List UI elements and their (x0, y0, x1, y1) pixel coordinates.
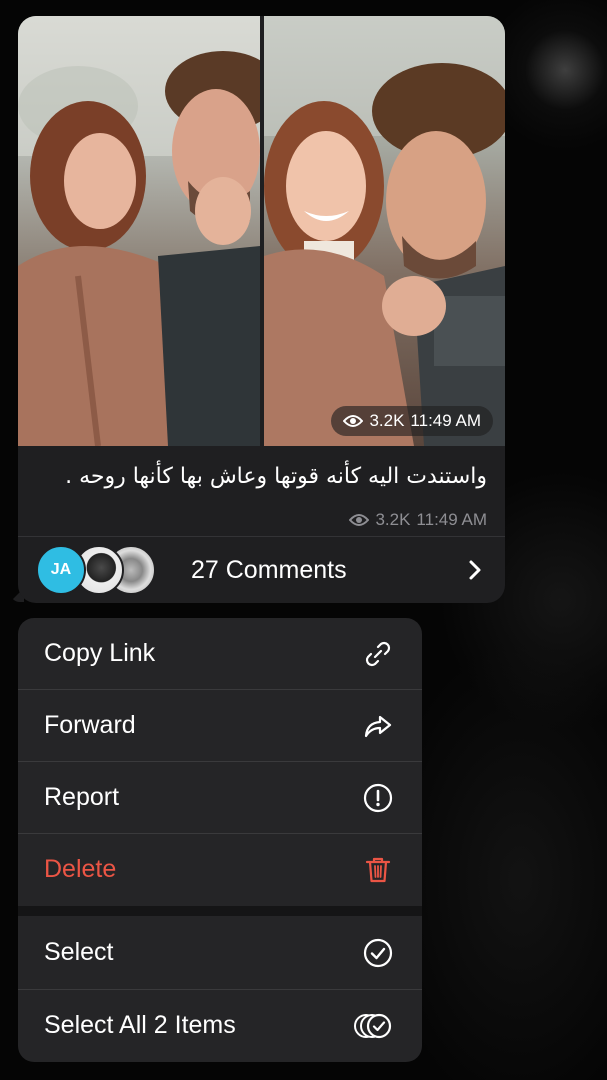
check-circle-icon (363, 938, 393, 967)
message-caption: واستندت اليه كأنه قوتها وعاش بها كأنها ر… (65, 464, 487, 489)
menu-item-report[interactable]: Report (18, 762, 422, 833)
menu-item-select[interactable]: Select (18, 917, 422, 988)
caption-views: 3.2K (375, 510, 411, 529)
photo-1[interactable] (18, 16, 260, 446)
menu-item-forward[interactable]: Forward (18, 690, 422, 761)
avatar: JA (36, 545, 86, 595)
menu-item-label: Select (44, 938, 114, 966)
menu-item-copy-link[interactable]: Copy Link (18, 618, 422, 689)
photo-2[interactable] (264, 16, 505, 446)
menu-item-label: Report (44, 783, 120, 811)
comments-label: 27 Comments (191, 555, 347, 584)
comments-button[interactable]: JA 27 Comments (18, 537, 505, 603)
photo-views: 3.2K (369, 411, 405, 430)
photo-time: 11:49 AM (410, 411, 481, 430)
menu-item-label: Delete (44, 855, 117, 883)
multi-check-circle-icon (354, 1013, 392, 1038)
context-menu: Copy Link Forward Report Delete Select S… (18, 618, 422, 1062)
chevron-right-icon (469, 560, 481, 580)
photo-meta-badge: 3.2K 11:49 AM (331, 406, 493, 436)
eye-icon (349, 514, 370, 526)
menu-item-label: Forward (44, 711, 136, 739)
menu-item-select-all[interactable]: Select All 2 Items (18, 990, 422, 1061)
photo-album[interactable]: 3.2K 11:49 AM (18, 16, 505, 446)
link-icon (365, 641, 391, 666)
forward-arrow-icon (364, 715, 392, 737)
menu-item-label: Copy Link (44, 639, 156, 667)
menu-item-delete[interactable]: Delete (18, 834, 422, 905)
exclamation-circle-icon (363, 783, 393, 812)
trash-icon (365, 857, 391, 882)
menu-section-gap (18, 906, 422, 916)
eye-icon (343, 415, 364, 427)
caption-meta: 3.2K 11:49 AM (349, 510, 487, 530)
caption-time: 11:49 AM (416, 510, 487, 529)
menu-item-label: Select All 2 Items (44, 1011, 236, 1039)
message-bubble[interactable]: 3.2K 11:49 AM واستندت اليه كأنه قوتها وع… (18, 16, 505, 603)
commenter-avatars: JA (36, 545, 176, 595)
